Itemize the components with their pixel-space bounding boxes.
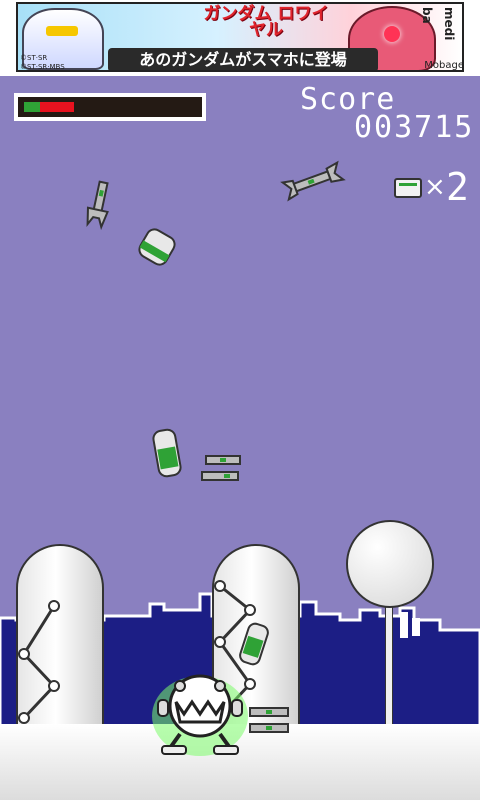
battery-pack-icon [394, 178, 422, 198]
ad-copyright-2: ©ST·SR·MBS [20, 63, 65, 71]
health-bar-track [18, 97, 202, 117]
score-value: 003715 [354, 110, 475, 145]
falling-wrench-1 [86, 180, 109, 230]
tower-left-scaffold [18, 600, 60, 724]
ad-brand-label: medi ba [420, 7, 456, 41]
health-bar-red-segment [40, 102, 74, 112]
lives-count: 2 [446, 165, 469, 209]
player-robot[interactable] [150, 672, 250, 758]
ad-mobage-label: Mobage [424, 60, 464, 71]
ad-logo: ガンダム ロワイヤル [203, 4, 329, 40]
lives-multiplier: × [424, 172, 446, 202]
falling-battery-2 [152, 428, 182, 478]
ad-banner[interactable]: ガンダム ロワイヤル あのガンダムがスマホに登場 ©ST·SR ©ST·SR·M… [0, 0, 480, 76]
ad-copyright-1: ©ST·SR [20, 54, 48, 62]
falling-wrench-3 [201, 455, 241, 481]
health-bar [14, 93, 206, 121]
falling-battery-3 [239, 622, 269, 666]
falling-battery-1 [138, 228, 176, 266]
lamp-globe [346, 520, 434, 608]
lamp-pole [385, 600, 393, 726]
ad-tagline: あのガンダムがスマホに登場 [108, 48, 378, 70]
falling-wrench-4 [249, 707, 289, 733]
falling-wrench-2 [280, 160, 346, 202]
health-bar-green-segment [24, 102, 40, 112]
ad-banner-frame[interactable]: ガンダム ロワイヤル あのガンダムがスマホに登場 ©ST·SR ©ST·SR·M… [16, 2, 464, 72]
